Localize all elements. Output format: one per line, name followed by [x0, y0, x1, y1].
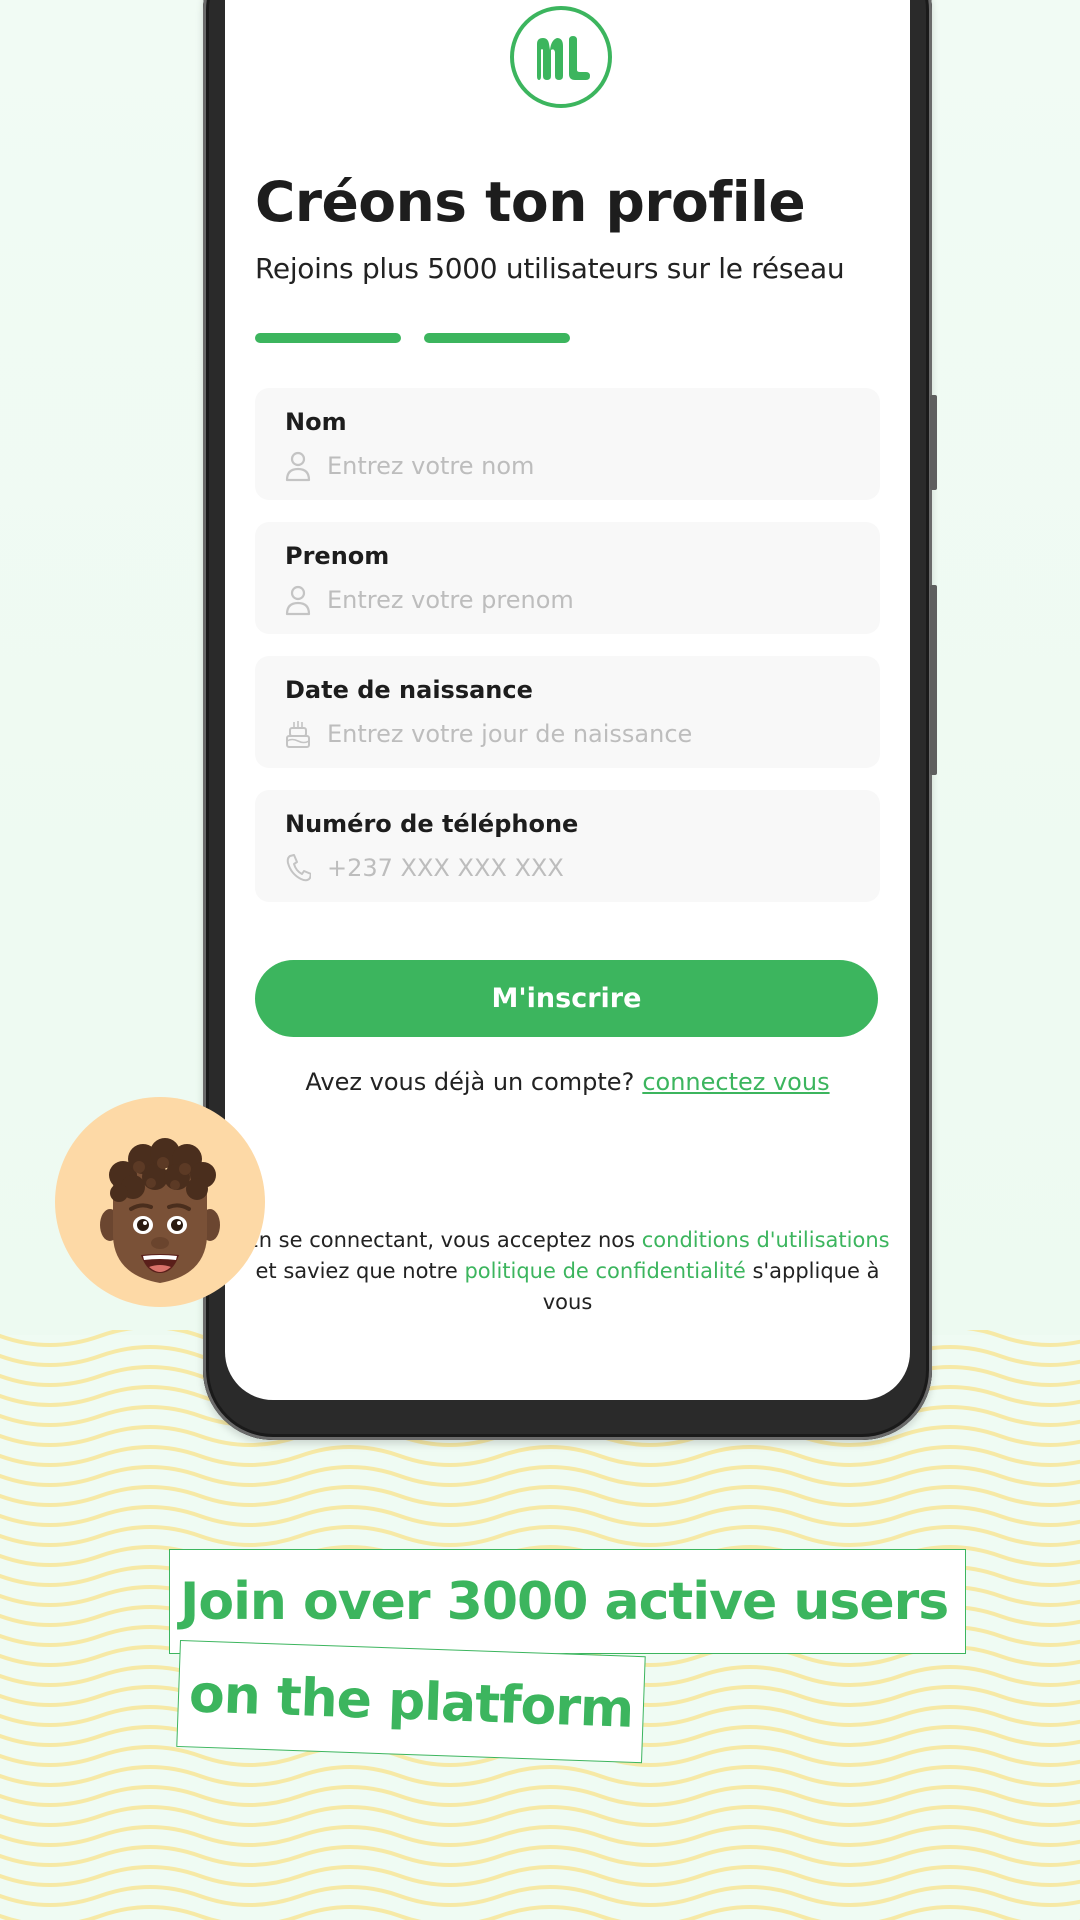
birthday-cake-icon	[286, 721, 310, 748]
prenom-field[interactable]: Prenom	[255, 522, 880, 634]
date-de-naissance-input[interactable]	[327, 716, 860, 752]
date-de-naissance-label: Date de naissance	[285, 676, 533, 704]
prenom-input[interactable]	[327, 582, 860, 618]
promo-line-1: Join over 3000 active users	[180, 1571, 949, 1632]
date-de-naissance-field[interactable]: Date de naissance	[255, 656, 880, 768]
app-logo	[510, 6, 612, 108]
wave-line	[0, 1905, 1080, 1920]
privacy-link[interactable]: politique de confidentialité	[464, 1259, 745, 1283]
nom-field[interactable]: Nom	[255, 388, 880, 500]
wave-line	[0, 1485, 1080, 1507]
wave-line	[0, 1845, 1080, 1867]
login-link[interactable]: connectez vous	[642, 1068, 829, 1096]
wave-line	[0, 1445, 1080, 1467]
wave-line	[0, 1465, 1080, 1487]
wave-line	[0, 1825, 1080, 1847]
login-prompt-text: Avez vous déjà un compte?	[305, 1068, 635, 1096]
phone-screen: Créons ton profile Rejoins plus 5000 uti…	[225, 0, 910, 1400]
phone-icon	[286, 854, 311, 882]
nom-input[interactable]	[327, 448, 860, 484]
wave-line	[0, 1765, 1080, 1787]
progress-step-1	[255, 333, 401, 343]
legal-text-2: et saviez que notre	[255, 1259, 465, 1283]
phone-volume-button	[930, 585, 937, 775]
nom-label: Nom	[285, 408, 347, 436]
telephone-field[interactable]: Numéro de téléphone	[255, 790, 880, 902]
wave-line	[0, 1885, 1080, 1907]
legal-text-1: En se connectant, vous acceptez nos	[245, 1228, 642, 1252]
promo-line-1-box: Join over 3000 active users	[169, 1549, 966, 1654]
memoji-face-icon	[100, 1138, 220, 1283]
telephone-input[interactable]	[327, 850, 860, 886]
page-subtitle: Rejoins plus 5000 utilisateurs sur le ré…	[255, 252, 845, 285]
page-title: Créons ton profile	[255, 170, 806, 234]
user-icon	[285, 585, 311, 616]
wave-line	[0, 1525, 1080, 1547]
wave-line	[0, 1865, 1080, 1887]
terms-link[interactable]: conditions d'utilisations	[642, 1228, 890, 1252]
user-avatar	[55, 1097, 265, 1307]
wave-line	[0, 1785, 1080, 1807]
login-prompt-row: Avez vous déjà un compte? connectez vous	[225, 1068, 910, 1096]
promo-line-2: on the platform	[188, 1663, 635, 1740]
progress-step-2	[424, 333, 570, 343]
promo-line-2-box: on the platform	[176, 1640, 646, 1764]
ml-logo-icon	[537, 36, 590, 80]
legal-notice: En se connectant, vous acceptez nos cond…	[235, 1225, 900, 1318]
sign-up-button[interactable]: M'inscrire	[255, 960, 878, 1037]
phone-power-button	[930, 395, 937, 490]
wave-line	[0, 1505, 1080, 1527]
wave-line	[0, 1805, 1080, 1827]
prenom-label: Prenom	[285, 542, 390, 570]
user-icon	[285, 451, 311, 482]
telephone-label: Numéro de téléphone	[285, 810, 579, 838]
